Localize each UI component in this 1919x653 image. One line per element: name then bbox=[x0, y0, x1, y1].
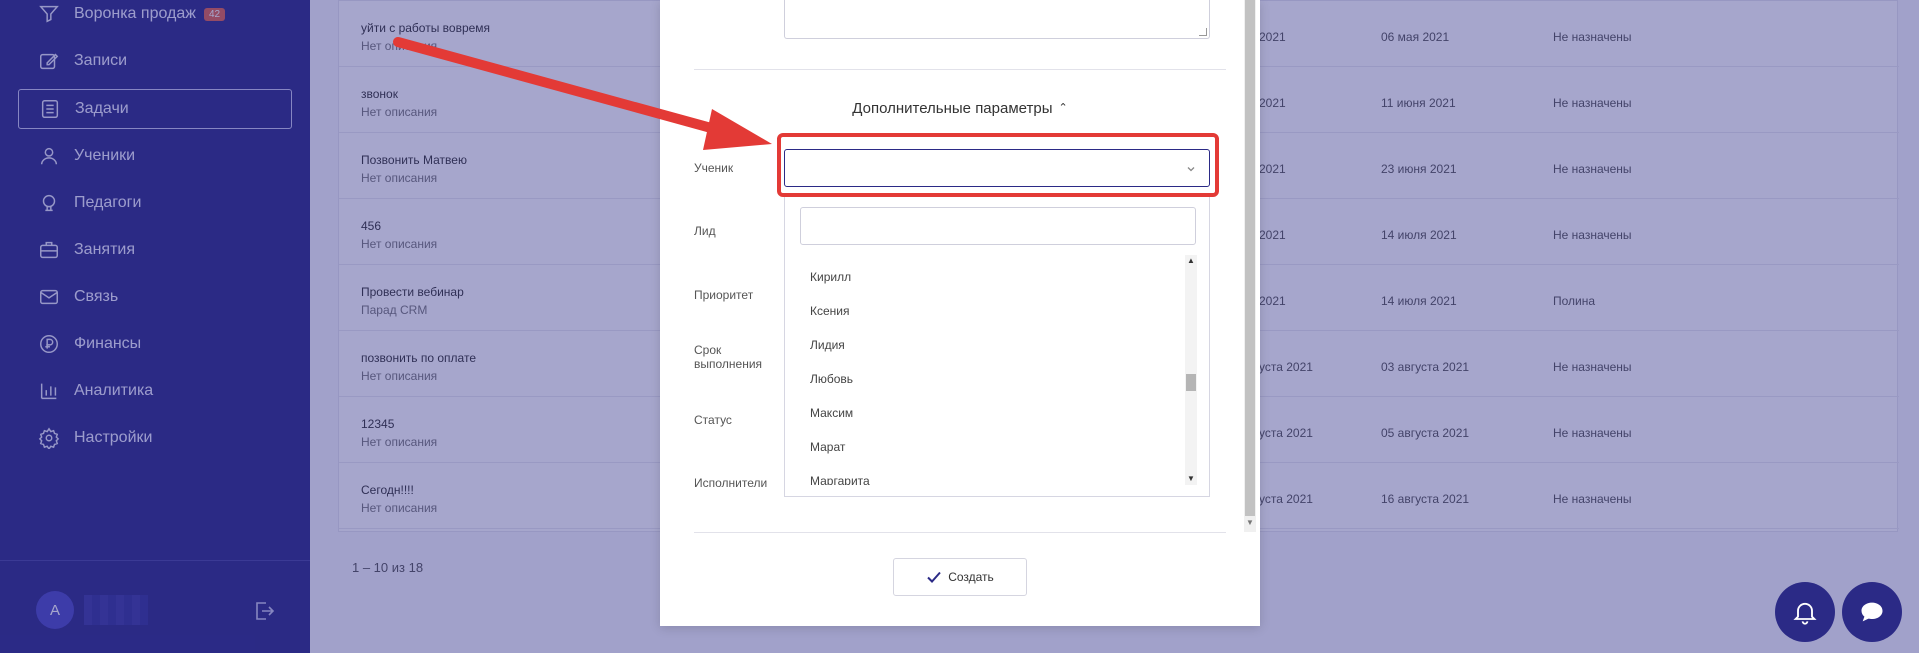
dropdown-scrollbar[interactable]: ▲ ▼ bbox=[1185, 255, 1197, 485]
student-dropdown: Кирилл Ксения Лидия Любовь Максим Марат … bbox=[784, 197, 1210, 497]
scrollbar-thumb[interactable] bbox=[1245, 0, 1255, 516]
extra-params-label: Дополнительные параметры bbox=[852, 100, 1053, 117]
dropdown-option[interactable]: Любовь bbox=[810, 372, 853, 386]
notifications-button[interactable] bbox=[1775, 582, 1835, 642]
dropdown-option[interactable]: Кирилл bbox=[810, 270, 851, 284]
scrollbar-thumb[interactable] bbox=[1186, 374, 1196, 391]
modal-divider bbox=[694, 532, 1226, 533]
priority-label: Приоритет bbox=[694, 288, 754, 302]
create-button-label: Создать bbox=[948, 570, 994, 584]
dropdown-option[interactable]: Максим bbox=[810, 406, 853, 420]
dropdown-options-list: Кирилл Ксения Лидия Любовь Максим Марат … bbox=[785, 255, 1197, 485]
check-icon bbox=[927, 571, 941, 583]
deadline-label: Срок выполнения bbox=[694, 343, 763, 371]
create-button[interactable]: Создать bbox=[893, 558, 1027, 596]
student-label: Ученик bbox=[694, 161, 734, 175]
bell-icon bbox=[1793, 602, 1817, 625]
description-textarea[interactable] bbox=[784, 0, 1210, 39]
executors-label: Исполнители bbox=[694, 476, 768, 490]
resize-grip-icon[interactable] bbox=[1199, 28, 1207, 36]
status-label: Статус bbox=[694, 413, 732, 427]
chat-button[interactable] bbox=[1842, 582, 1902, 642]
chat-bubble-icon bbox=[1861, 602, 1883, 622]
page-scrollbar[interactable]: ▼ bbox=[1244, 0, 1256, 532]
extra-params-toggle[interactable]: Дополнительные параметры ⌃ bbox=[660, 100, 1260, 117]
dropdown-option[interactable]: Марат bbox=[810, 440, 845, 454]
annotation-highlight-box bbox=[777, 133, 1219, 197]
dropdown-option[interactable]: Лидия bbox=[810, 338, 845, 352]
lead-label: Лид bbox=[694, 224, 716, 238]
scroll-up-arrow-icon[interactable]: ▲ bbox=[1187, 256, 1195, 265]
modal-divider bbox=[694, 69, 1226, 70]
scroll-down-arrow-icon[interactable]: ▼ bbox=[1187, 474, 1195, 483]
dropdown-search-input[interactable] bbox=[800, 207, 1196, 245]
create-task-modal: Дополнительные параметры ⌃ Ученик Лид При… bbox=[660, 0, 1260, 626]
dropdown-option[interactable]: Ксения bbox=[810, 304, 850, 318]
scroll-down-arrow-icon[interactable]: ▼ bbox=[1246, 518, 1254, 527]
chevron-up-icon: ⌃ bbox=[1058, 102, 1068, 114]
dropdown-option[interactable]: Маргарита bbox=[810, 474, 870, 485]
